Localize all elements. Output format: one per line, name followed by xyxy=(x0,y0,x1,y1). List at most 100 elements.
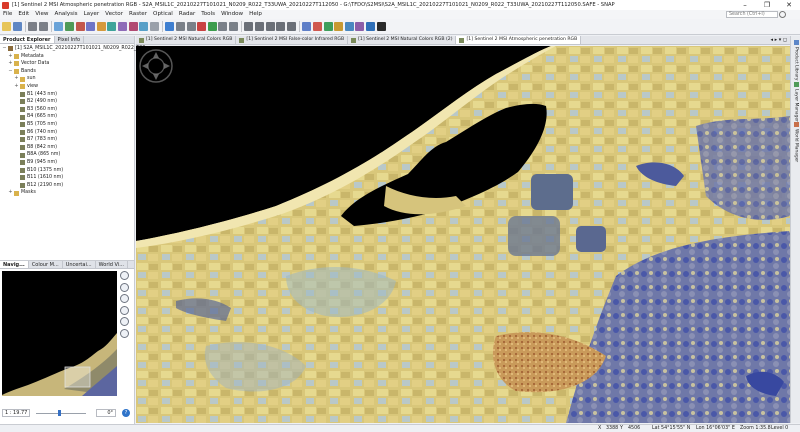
expand-icon[interactable]: + xyxy=(14,83,19,91)
rotation-field[interactable]: 0° xyxy=(96,409,116,417)
zoom-tool-icon[interactable] xyxy=(186,22,196,31)
pan-tool-icon[interactable] xyxy=(175,22,185,31)
tab-atmospheric-penetration-rgb[interactable]: [1] Sentinel 2 MSI Atmospheric penetrati… xyxy=(456,36,582,44)
tree-node-vector-data[interactable]: + Vector Data xyxy=(0,60,134,68)
menu-analysis[interactable]: Analysis xyxy=(52,10,81,19)
tree-node-band[interactable]: B10 (1375 nm) xyxy=(0,167,134,175)
menu-window[interactable]: Window xyxy=(218,10,246,19)
tree-node-view[interactable]: + view xyxy=(0,83,134,91)
tree-node-band[interactable]: B4 (665 nm) xyxy=(0,113,134,121)
close-button[interactable]: ✕ xyxy=(778,0,800,10)
collapse-icon[interactable]: − xyxy=(2,45,7,53)
zoom-out-icon[interactable] xyxy=(120,282,129,292)
minimize-button[interactable]: – xyxy=(734,0,756,10)
tab-uncertainty[interactable]: Uncertai... xyxy=(63,261,96,268)
help-icon[interactable]: ? xyxy=(122,409,130,417)
tree-node-bands[interactable]: − Bands xyxy=(0,68,134,76)
layer-editor-icon[interactable] xyxy=(334,22,344,31)
expand-icon[interactable]: + xyxy=(14,75,19,83)
maximize-button[interactable]: ❐ xyxy=(756,0,778,10)
zoom-slider[interactable] xyxy=(36,409,86,417)
tab-layer-manager[interactable]: Layer Manager xyxy=(792,82,800,122)
tab-natural-colors-rgb[interactable]: [1] Sentinel 2 MSI Natural Colors RGB xyxy=(136,36,237,44)
pin-tool-icon[interactable] xyxy=(197,22,207,31)
tree-node-band[interactable]: B7 (783 nm) xyxy=(0,136,134,144)
tree-node-band[interactable]: B9 (945 nm) xyxy=(0,159,134,167)
sync-views-icon[interactable] xyxy=(120,317,129,326)
undo-icon[interactable] xyxy=(28,22,38,31)
time-series-icon[interactable] xyxy=(344,22,354,31)
expand-icon[interactable]: + xyxy=(8,60,13,68)
tab-pixel-info[interactable]: Pixel Info xyxy=(55,36,85,43)
image-view[interactable] xyxy=(136,46,790,423)
collapse-icon[interactable]: − xyxy=(8,68,13,76)
gcp-manager-icon[interactable] xyxy=(313,22,323,31)
pin-manager-icon[interactable] xyxy=(302,22,312,31)
redo-icon[interactable] xyxy=(38,22,48,31)
draw-polyline-icon[interactable] xyxy=(255,22,265,31)
histogram-icon[interactable] xyxy=(64,22,74,31)
menu-tools[interactable]: Tools xyxy=(198,10,218,19)
mask-manager-icon[interactable] xyxy=(323,22,333,31)
tab-product-library[interactable]: Product Library xyxy=(792,40,800,80)
sync-cursor-icon[interactable] xyxy=(120,328,129,338)
scatter-plot-icon[interactable] xyxy=(86,22,96,31)
slider-thumb[interactable] xyxy=(58,410,62,416)
band-maths-icon[interactable] xyxy=(54,22,64,31)
navigation-overview[interactable] xyxy=(2,271,117,396)
tree-node-band[interactable]: B8A (865 nm) xyxy=(0,151,134,159)
menu-file[interactable]: File xyxy=(0,10,15,19)
tree-node-band[interactable]: B5 (705 nm) xyxy=(0,121,134,129)
tree-node-band[interactable]: B3 (560 nm) xyxy=(0,106,134,114)
tab-world-manager[interactable]: World Manager xyxy=(792,122,800,162)
zoom-all-icon[interactable] xyxy=(120,305,129,315)
gcp-tool-icon[interactable] xyxy=(207,22,217,31)
menu-help[interactable]: Help xyxy=(246,10,265,19)
tab-natural-colors-rgb-2[interactable]: [1] Sentinel 2 MSI Natural Colors RGB (2… xyxy=(348,36,457,44)
world-map-icon[interactable] xyxy=(139,22,149,31)
tab-colour-manipulation[interactable]: Colour M... xyxy=(29,261,63,268)
draw-rectangle-icon[interactable] xyxy=(265,22,275,31)
expand-icon[interactable]: + xyxy=(8,53,13,61)
zoom-pixel-icon[interactable] xyxy=(120,294,129,303)
draw-ellipse-icon[interactable] xyxy=(286,22,296,31)
menu-layer[interactable]: Layer xyxy=(81,10,103,19)
zoom-in-icon[interactable] xyxy=(120,271,129,280)
menu-optical[interactable]: Optical xyxy=(150,10,176,19)
tree-node-sun[interactable]: + sun xyxy=(0,75,134,83)
menu-raster[interactable]: Raster xyxy=(126,10,150,19)
draw-line-icon[interactable] xyxy=(244,22,254,31)
tab-world-view[interactable]: World Vi... xyxy=(96,261,129,268)
tree-node-band[interactable]: B6 (740 nm) xyxy=(0,129,134,137)
tree-node-band[interactable]: B11 (1610 nm) xyxy=(0,174,134,182)
magic-wand-icon[interactable] xyxy=(228,22,238,31)
pixel-info-icon[interactable] xyxy=(149,22,159,31)
menu-view[interactable]: View xyxy=(32,10,51,19)
profile-plot-icon[interactable] xyxy=(96,22,106,31)
search-input[interactable]: Search (Ctrl+I) xyxy=(726,11,778,18)
tree-node-product[interactable]: − [1] S2A_MSIL1C_20210227T101021_N0209_R… xyxy=(0,45,150,53)
geo-coding-icon[interactable] xyxy=(128,22,138,31)
menu-edit[interactable]: Edit xyxy=(15,10,32,19)
open-product-icon[interactable] xyxy=(2,22,11,31)
tree-node-band[interactable]: B8 (842 nm) xyxy=(0,144,134,152)
expand-icon[interactable]: + xyxy=(8,189,13,197)
tab-false-color-infrared-rgb[interactable]: [1] Sentinel 2 MSI False-color Infrared … xyxy=(236,36,349,44)
tree-node-band[interactable]: B12 (2190 nm) xyxy=(0,182,134,190)
zoom-factor-field[interactable]: 1 : 19.77 xyxy=(2,409,30,417)
night-lights-icon[interactable] xyxy=(376,22,386,31)
menu-vector[interactable]: Vector xyxy=(102,10,126,19)
draw-polygon-icon[interactable] xyxy=(276,22,286,31)
search-icon[interactable] xyxy=(779,11,786,18)
tab-navigation[interactable]: Navig... xyxy=(0,261,29,268)
information-icon[interactable] xyxy=(117,22,127,31)
globe-icon[interactable] xyxy=(366,22,375,31)
tree-node-masks[interactable]: + Masks xyxy=(0,189,134,197)
spectrum-icon[interactable] xyxy=(107,22,117,31)
save-product-icon[interactable] xyxy=(12,22,22,31)
select-tool-icon[interactable] xyxy=(165,22,175,31)
tab-product-explorer[interactable]: Product Explorer xyxy=(0,36,55,43)
menu-radar[interactable]: Radar xyxy=(176,10,198,19)
colour-manipulation-icon[interactable] xyxy=(355,22,365,31)
statistics-icon[interactable] xyxy=(75,22,85,31)
